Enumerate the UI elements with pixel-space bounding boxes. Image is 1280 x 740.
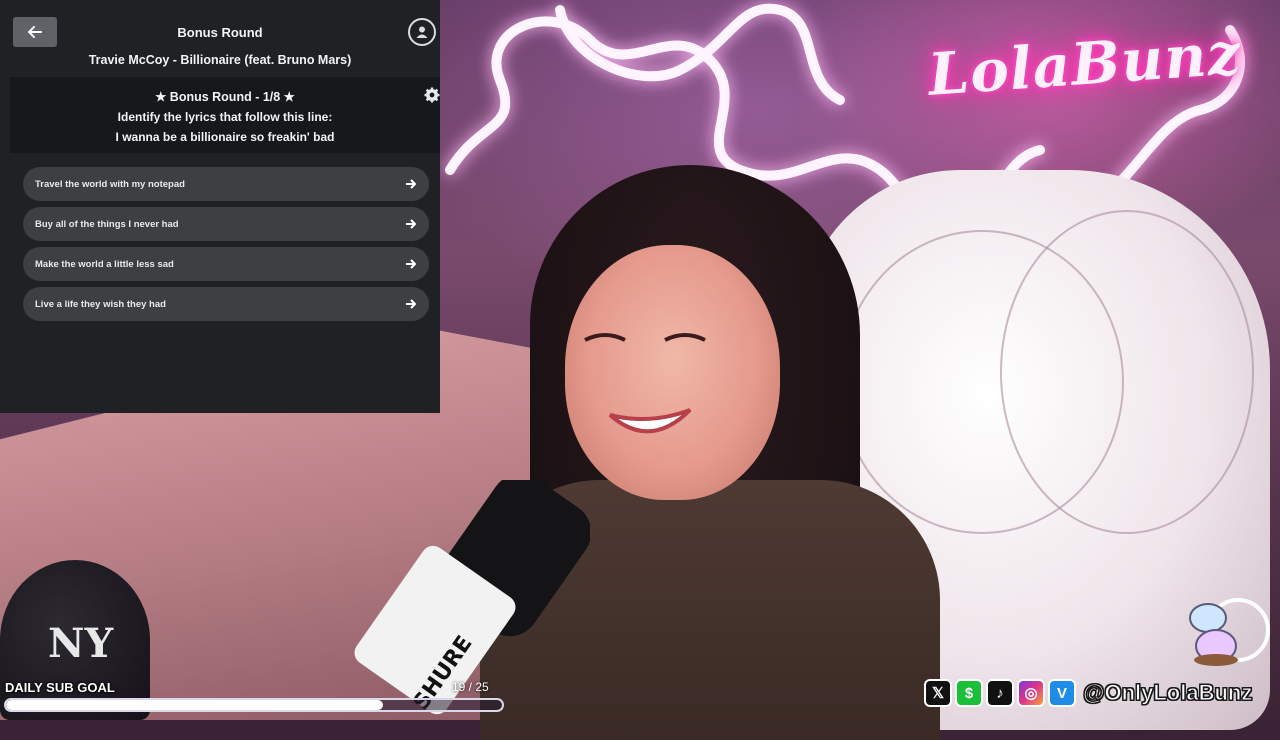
social-links: 𝕏 $ ♪ ◎ V @OnlyLolaBunz xyxy=(924,677,1253,709)
lyric-line: I wanna be a billionaire so freakin' bad xyxy=(115,130,335,144)
settings-button[interactable] xyxy=(423,86,441,104)
answer-option[interactable]: Buy all of the things I never had xyxy=(23,207,429,241)
profile-button[interactable] xyxy=(408,18,436,46)
arrow-right-icon xyxy=(406,219,417,229)
sub-goal-label: DAILY SUB GOAL xyxy=(5,680,115,695)
cap-logo: NY xyxy=(48,620,114,667)
song-title: Travie McCoy - Billionaire (feat. Bruno … xyxy=(88,53,352,67)
round-label: ★ Bonus Round - 1/8 ★ xyxy=(155,90,295,104)
answer-list: Travel the world with my notepad Buy all… xyxy=(23,167,429,327)
tiktok-icon: ♪ xyxy=(986,679,1014,707)
answer-label: Make the world a little less sad xyxy=(35,258,174,270)
answer-label: Live a life they wish they had xyxy=(35,298,166,310)
ny-cap: NY xyxy=(0,560,150,720)
sub-goal-progress-fill xyxy=(6,700,383,710)
answer-label: Travel the world with my notepad xyxy=(35,178,185,190)
mascot-sticker xyxy=(1189,598,1270,666)
arrow-right-icon xyxy=(406,259,417,269)
x-icon: 𝕏 xyxy=(924,679,952,707)
answer-label: Buy all of the things I never had xyxy=(35,218,179,230)
sub-goal-progress-bar xyxy=(4,698,504,712)
gear-icon xyxy=(424,87,440,103)
streamer-face xyxy=(565,245,780,500)
quiz-panel: Bonus Round Travie McCoy - Billionaire (… xyxy=(0,0,440,413)
answer-option[interactable]: Travel the world with my notepad xyxy=(23,167,429,201)
chair-seam xyxy=(1000,210,1254,534)
quiz-header: Bonus Round xyxy=(0,0,440,48)
arrow-right-icon xyxy=(406,299,417,309)
question-box: ★ Bonus Round - 1/8 ★ Identify the lyric… xyxy=(10,77,440,153)
instagram-icon: ◎ xyxy=(1017,679,1045,707)
cashapp-icon: $ xyxy=(955,679,983,707)
social-handle: @OnlyLolaBunz xyxy=(1082,680,1253,706)
answer-option[interactable]: Live a life they wish they had xyxy=(23,287,429,321)
user-icon xyxy=(416,26,428,38)
answer-option[interactable]: Make the world a little less sad xyxy=(23,247,429,281)
quiz-title: Bonus Round xyxy=(177,25,263,40)
venmo-icon: V xyxy=(1048,679,1076,707)
face-features xyxy=(584,333,706,434)
arrow-right-icon xyxy=(406,179,417,189)
sub-goal-count: 19 / 25 xyxy=(452,680,489,694)
question-instruction: Identify the lyrics that follow this lin… xyxy=(117,110,333,124)
